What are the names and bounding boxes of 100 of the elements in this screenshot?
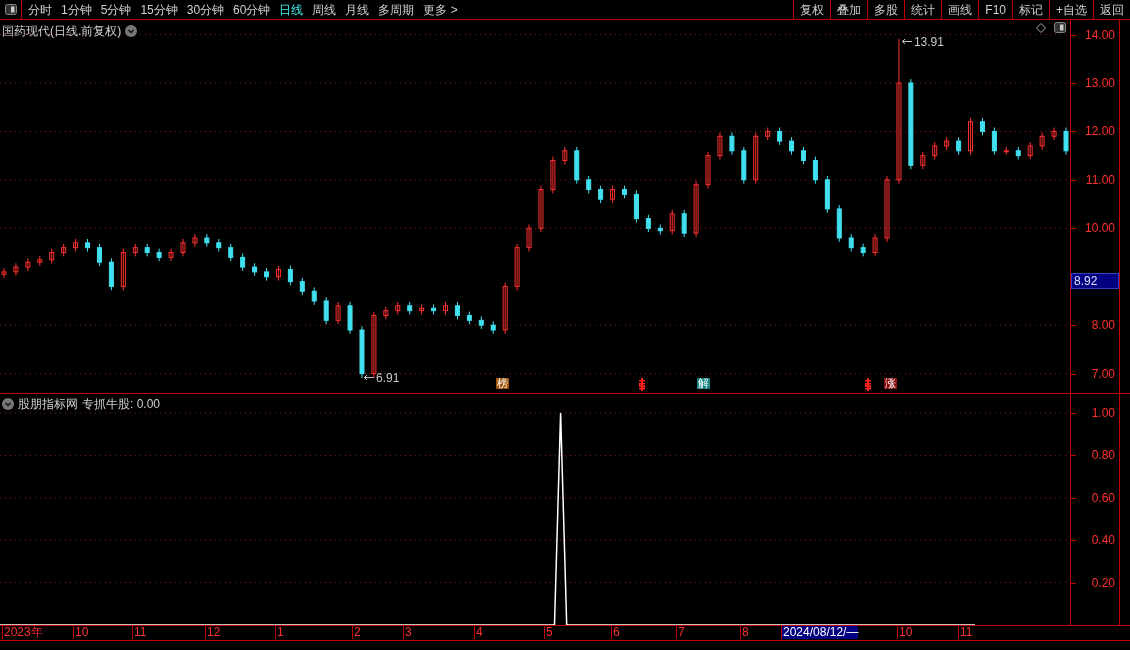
leader-arrow xyxy=(900,38,913,46)
date-axis-label: 2024/08/12/— xyxy=(781,626,859,639)
period-tab[interactable]: 30分钟 xyxy=(186,0,225,19)
axis-tick-label: 10.00 xyxy=(1084,222,1115,235)
date-axis-label: 10 xyxy=(897,626,913,639)
candlestick xyxy=(96,243,102,267)
chart-title: 国药现代(日线.前复权) xyxy=(2,23,122,40)
candlestick xyxy=(502,282,508,335)
candlestick xyxy=(13,262,19,277)
period-tab[interactable]: 分时 xyxy=(28,0,52,19)
candlestick xyxy=(156,248,162,262)
candlestick xyxy=(1051,127,1057,141)
candlestick xyxy=(1063,127,1069,156)
axis-tick-label: 0.40 xyxy=(1091,534,1115,547)
candlestick xyxy=(192,233,198,248)
axis-tick-label: 7.00 xyxy=(1091,367,1115,380)
axis-tick-label: 1.00 xyxy=(1091,407,1115,419)
candlestick xyxy=(550,156,556,194)
candlestick xyxy=(168,248,174,262)
period-tab[interactable]: 60分钟 xyxy=(233,0,271,19)
candlestick xyxy=(204,233,210,248)
period-tab[interactable]: 1分钟 xyxy=(61,0,92,19)
chevron-down-icon[interactable] xyxy=(2,398,14,410)
toolbar-button[interactable]: +自选 xyxy=(1049,0,1093,19)
period-tab[interactable]: 多周期 xyxy=(378,0,415,19)
signal-tag: 榜 xyxy=(496,378,509,389)
panel-toggle-icon[interactable] xyxy=(4,4,17,15)
candlestick xyxy=(419,303,425,316)
low-price-label: 6.91 xyxy=(375,371,400,384)
date-axis-label: 6 xyxy=(611,626,620,639)
toolbar-button[interactable]: F10 xyxy=(978,0,1012,19)
axis-tick-label: 12.00 xyxy=(1084,125,1115,138)
toolbar-button[interactable]: 统计 xyxy=(904,0,942,19)
candlestick xyxy=(753,131,759,185)
date-axis-label: 3 xyxy=(403,626,412,639)
candlestick xyxy=(705,151,711,190)
date-axis-label: 11 xyxy=(132,626,147,639)
candlestick xyxy=(1,267,7,279)
date-axis-label: 1 xyxy=(275,626,284,639)
signal-tag: 涨 xyxy=(884,378,897,389)
leader-arrow xyxy=(362,374,375,382)
period-tab[interactable]: 日线 xyxy=(279,0,304,19)
candlestick xyxy=(335,301,341,325)
candlestick xyxy=(25,257,31,272)
candlestick xyxy=(991,127,997,156)
toolbar-button[interactable]: 标记 xyxy=(1012,0,1049,19)
date-axis-label: 8 xyxy=(740,626,749,639)
candlestick xyxy=(120,248,126,291)
candlestick xyxy=(538,185,544,233)
toolbar-button[interactable]: 多股 xyxy=(867,0,905,19)
toolbar-button[interactable]: 画线 xyxy=(941,0,979,19)
period-tab[interactable]: 15分钟 xyxy=(140,0,178,19)
axis-tick-label: 0.20 xyxy=(1091,576,1115,589)
indicator-title: 股朋指标网 xyxy=(18,396,78,413)
date-axis-label: 5 xyxy=(544,626,553,639)
candlestick xyxy=(860,243,866,257)
candlestick xyxy=(717,131,723,161)
toolbar-button[interactable]: 叠加 xyxy=(830,0,868,19)
axis-tick-label: 8.00 xyxy=(1091,319,1115,332)
axis-tick-label: 14.00 xyxy=(1084,28,1115,41)
candlestick xyxy=(323,296,329,325)
chevron-down-icon[interactable] xyxy=(125,25,138,37)
date-axis-label: 10 xyxy=(73,626,89,639)
axis-tick-label: 11.00 xyxy=(1085,173,1115,186)
candlestick xyxy=(180,238,186,257)
period-tab[interactable]: 更多 > xyxy=(423,0,458,19)
period-tab[interactable]: 5分钟 xyxy=(100,0,132,19)
candlestick xyxy=(1039,131,1045,151)
date-axis-label: 4 xyxy=(474,626,483,639)
period-tab[interactable]: 周线 xyxy=(312,0,337,19)
candlestick xyxy=(884,175,890,243)
candlestick xyxy=(287,265,293,286)
indicator-reading: 专抓牛股: 0.00 xyxy=(82,396,161,413)
signal-tag: 解 xyxy=(697,378,710,389)
candlestick xyxy=(526,223,532,253)
axis-tick-label: 13.00 xyxy=(1084,76,1115,89)
candlestick xyxy=(669,209,675,236)
candlestick xyxy=(729,131,735,156)
period-tab[interactable]: 月线 xyxy=(345,0,370,19)
candlestick xyxy=(371,311,377,378)
candlestick xyxy=(812,156,818,185)
date-axis-label: 12 xyxy=(205,626,221,639)
candlestick xyxy=(872,233,878,257)
candlestick xyxy=(681,209,687,238)
current-price-label: 8.92 xyxy=(1071,272,1119,289)
candlestick xyxy=(968,117,974,156)
high-price-label: 13.91 xyxy=(913,35,944,48)
toolbar-button[interactable]: 复权 xyxy=(793,0,831,19)
axis-tick-label: 0.60 xyxy=(1091,491,1115,504)
date-axis-label: 2023年 xyxy=(2,626,43,639)
candlestick xyxy=(693,180,699,238)
candlestick xyxy=(514,243,520,291)
candlestick xyxy=(896,38,902,185)
date-axis-label: 2 xyxy=(352,626,361,639)
date-axis-label: 7 xyxy=(676,626,685,639)
diamond-icon[interactable] xyxy=(1036,22,1046,33)
panel-toggle-icon[interactable] xyxy=(1054,22,1066,33)
toolbar-button[interactable]: 返回 xyxy=(1093,0,1130,19)
axis-tick-label: 0.80 xyxy=(1091,449,1115,462)
date-axis-label: 11 xyxy=(958,626,973,639)
